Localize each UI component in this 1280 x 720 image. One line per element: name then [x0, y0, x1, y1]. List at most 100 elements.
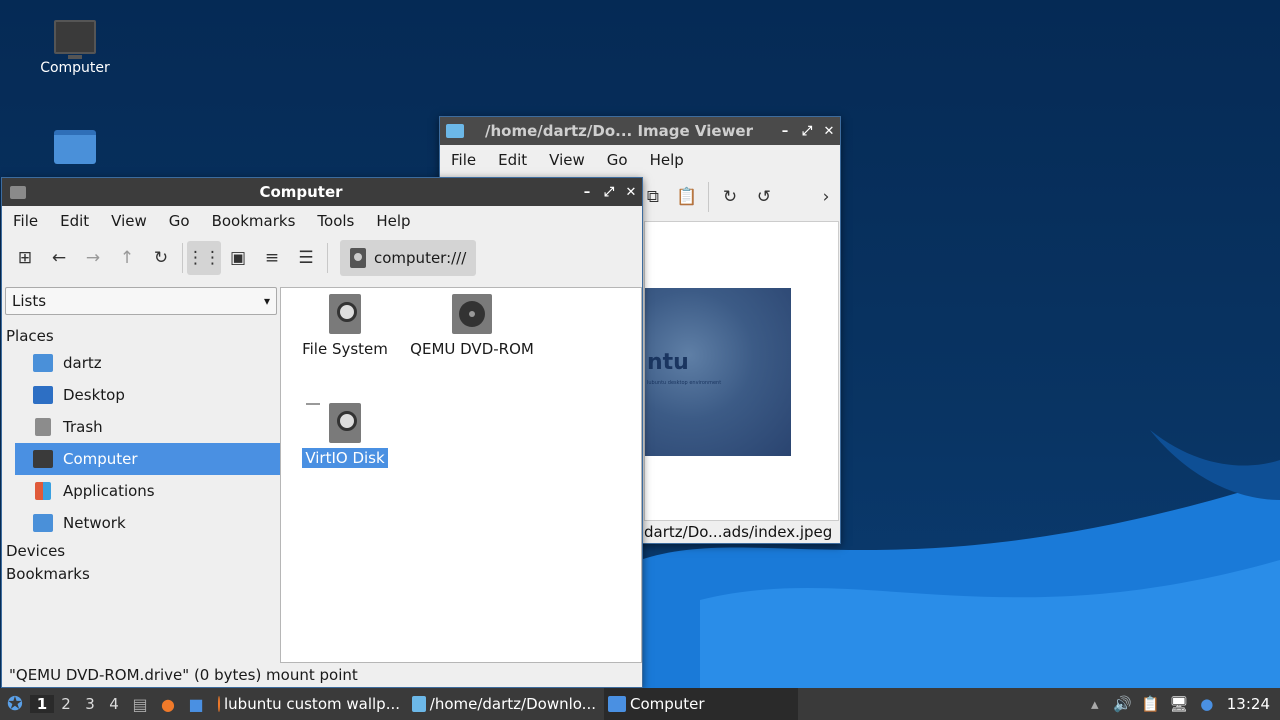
fm-menu-bookmarks[interactable]: Bookmarks: [201, 212, 307, 230]
reload-icon[interactable]: ↻: [144, 241, 178, 275]
fm-title: Computer: [259, 183, 343, 201]
file-item-qemu-dvd-rom[interactable]: QEMU DVD-ROM: [407, 294, 537, 358]
path-button[interactable]: computer:///: [340, 240, 477, 276]
devices-section-header[interactable]: Devices: [2, 539, 280, 562]
place-label: Network: [63, 514, 126, 532]
trash-icon: [35, 418, 51, 436]
task-label: Computer: [630, 695, 705, 713]
fm-menu-help[interactable]: Help: [365, 212, 421, 230]
viewer-menu-file[interactable]: File: [440, 151, 487, 169]
mount-indicator-icon: [306, 403, 320, 405]
fm-menubar: File Edit View Go Bookmarks Tools Help: [2, 206, 642, 236]
new-tab-icon[interactable]: ⊞: [8, 241, 42, 275]
desktop-icon-label: Computer: [40, 60, 110, 76]
file-item-virtio-disk[interactable]: VirtIO Disk: [297, 403, 393, 468]
viewer-menu-help[interactable]: Help: [639, 151, 695, 169]
viewer-titlebar[interactable]: /home/dartz/Do... Image Viewer – ⤢ ✕: [440, 117, 840, 145]
next-image-icon[interactable]: ›: [809, 180, 843, 214]
file-manager-launcher-icon[interactable]: ▤: [126, 695, 154, 714]
viewer-menu-edit[interactable]: Edit: [487, 151, 538, 169]
maximize-icon[interactable]: ⤢: [598, 185, 620, 200]
clipboard-icon[interactable]: 📋: [1137, 695, 1165, 713]
desktop-icon-home[interactable]: [25, 130, 125, 170]
place-label: Desktop: [63, 386, 125, 404]
compact-view-icon[interactable]: ≡: [255, 241, 289, 275]
side-pane-mode-value: Lists: [12, 292, 47, 310]
system-tray: ▴ 🔊 📋 🖥 ● 13:24: [1081, 695, 1280, 713]
place-item-desktop[interactable]: Desktop: [15, 379, 280, 411]
workspace-2[interactable]: 2: [54, 695, 78, 713]
fm-menu-go[interactable]: Go: [158, 212, 201, 230]
place-item-trash[interactable]: Trash: [15, 411, 280, 443]
desktop-folder-icon: [33, 386, 53, 404]
file-item-file-system[interactable]: File System: [297, 294, 393, 358]
task-computer[interactable]: Computer: [604, 688, 798, 720]
fm-menu-edit[interactable]: Edit: [49, 212, 100, 230]
rotate-clockwise-icon[interactable]: ↻: [713, 180, 747, 214]
task-firefox[interactable]: lubuntu custom wallp...: [214, 688, 404, 720]
rotate-counterclockwise-icon[interactable]: ↺: [747, 180, 781, 214]
place-item-dartz[interactable]: dartz: [15, 347, 280, 379]
viewer-title: /home/dartz/Do... Image Viewer: [484, 122, 753, 140]
icon-view-icon[interactable]: ⋮⋮: [187, 241, 221, 275]
thumbnail-view-icon[interactable]: ▣: [221, 241, 255, 275]
computer-icon: [33, 450, 53, 468]
place-item-network[interactable]: Network: [15, 507, 280, 539]
up-arrow-icon[interactable]: ↑: [110, 241, 144, 275]
workspace-1[interactable]: 1: [30, 695, 54, 713]
places-section-header[interactable]: Places: [2, 324, 280, 347]
task-image-viewer[interactable]: /home/dartz/Downlo...: [408, 688, 600, 720]
place-item-applications[interactable]: Applications: [15, 475, 280, 507]
dvd-drive-icon: [452, 294, 492, 334]
folder-icon: [10, 185, 26, 199]
fm-menu-tools[interactable]: Tools: [306, 212, 365, 230]
place-item-computer[interactable]: Computer: [15, 443, 280, 475]
home-folder-icon: [33, 354, 53, 372]
fm-menu-view[interactable]: View: [100, 212, 158, 230]
fm-titlebar[interactable]: Computer – ⤢ ✕: [2, 178, 642, 206]
side-pane-mode-select[interactable]: Lists ▾: [5, 287, 277, 315]
close-icon[interactable]: ✕: [620, 185, 642, 200]
viewer-toolbar: ⧉ 📋 ↻ ↺ ›: [636, 175, 843, 219]
detailed-list-view-icon[interactable]: ☰: [289, 241, 323, 275]
image-viewer-icon: [412, 696, 426, 712]
file-item-label: QEMU DVD-ROM: [410, 340, 534, 358]
firefox-icon: [218, 696, 220, 712]
task-label: lubuntu custom wallp...: [224, 695, 400, 713]
fm-menu-file[interactable]: File: [2, 212, 49, 230]
toolbar-separator: [182, 243, 183, 273]
desktop-icon-computer[interactable]: Computer: [25, 20, 125, 76]
minimize-icon[interactable]: –: [774, 124, 796, 139]
network-folder-icon: [33, 514, 53, 532]
volume-icon[interactable]: 🔊: [1109, 695, 1137, 713]
show-desktop-icon[interactable]: ■: [182, 695, 210, 714]
file-item-label: VirtIO Disk: [302, 448, 388, 468]
toolbar-separator: [327, 243, 328, 273]
viewer-canvas[interactable]: ntu lubuntu desktop environment: [644, 221, 839, 521]
workspace-3[interactable]: 3: [78, 695, 102, 713]
minimize-icon[interactable]: –: [576, 185, 598, 200]
viewer-menu-go[interactable]: Go: [596, 151, 639, 169]
file-icon-view[interactable]: File System QEMU DVD-ROM VirtIO Disk: [280, 287, 642, 663]
bookmarks-section-header[interactable]: Bookmarks: [2, 562, 280, 585]
close-icon[interactable]: ✕: [818, 124, 840, 139]
paste-icon[interactable]: 📋: [670, 180, 704, 214]
viewer-menu-view[interactable]: View: [538, 151, 596, 169]
start-menu-button[interactable]: ✪: [0, 689, 30, 719]
place-label: Trash: [63, 418, 103, 436]
update-notifier-icon[interactable]: ●: [1193, 695, 1221, 713]
network-monitor-icon[interactable]: 🖥: [1165, 695, 1193, 713]
file-manager-window: Computer – ⤢ ✕ File Edit View Go Bookmar…: [1, 177, 643, 688]
workspace-4[interactable]: 4: [102, 695, 126, 713]
computer-icon: [54, 20, 96, 59]
forward-arrow-icon[interactable]: →: [76, 241, 110, 275]
image-viewer-icon: [446, 124, 464, 138]
maximize-icon[interactable]: ⤢: [796, 124, 818, 139]
tray-expand-icon[interactable]: ▴: [1081, 695, 1109, 713]
firefox-launcher-icon[interactable]: ●: [154, 695, 182, 714]
toolbar-separator: [708, 182, 709, 212]
applications-icon: [35, 482, 51, 500]
file-item-label: File System: [302, 340, 388, 358]
clock[interactable]: 13:24: [1221, 695, 1280, 713]
back-arrow-icon[interactable]: ←: [42, 241, 76, 275]
